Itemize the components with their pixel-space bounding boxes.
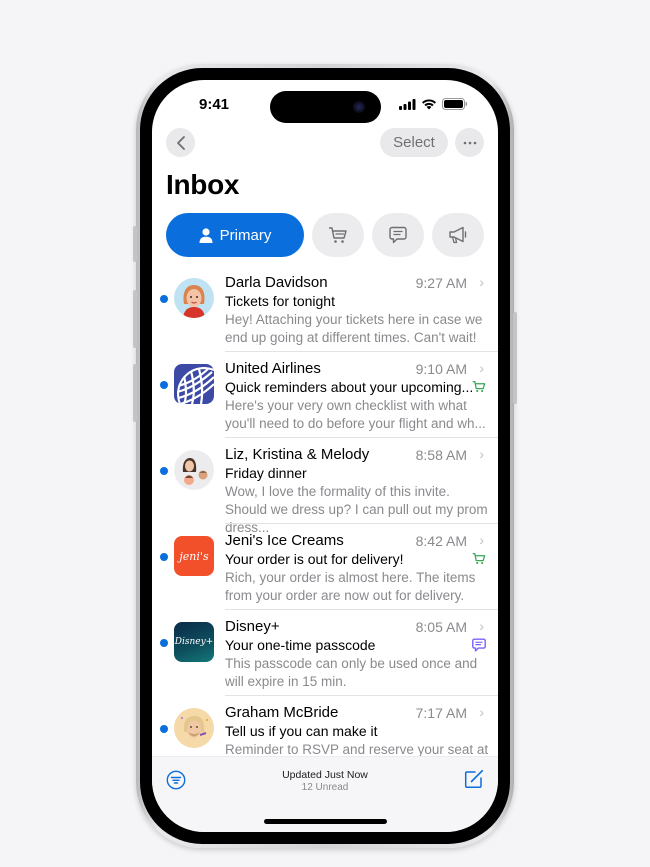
mail-subject: Your order is out for delivery! (225, 551, 404, 567)
compose-icon (464, 769, 484, 789)
chevron-left-icon (176, 135, 185, 150)
avatar (174, 708, 214, 748)
transactions-category-icon (472, 552, 486, 570)
mail-sender: Darla Davidson (225, 274, 328, 291)
mail-subject: Friday dinner (225, 465, 307, 481)
cart-icon (472, 380, 486, 393)
mail-sender: Liz, Kristina & Melody (225, 446, 370, 463)
mail-sender: United Airlines (225, 360, 321, 377)
avatar: Disney+ (174, 622, 214, 662)
volume-up-button (133, 290, 137, 348)
status-time: 9:41 (199, 96, 230, 113)
wifi-icon (422, 99, 436, 110)
mail-preview: Here's your very own checklist with what… (225, 398, 486, 431)
unread-dot (160, 553, 168, 561)
more-button[interactable] (455, 128, 484, 157)
mail-time: 8:42 AM (415, 533, 467, 549)
mail-time: 8:05 AM (415, 619, 467, 635)
avatar (174, 450, 214, 490)
select-button[interactable]: Select (380, 128, 448, 157)
action-button (133, 226, 137, 262)
mail-time: 9:10 AM (415, 361, 467, 377)
memoji-avatar-icon (183, 285, 205, 318)
chevron-right-icon: › (479, 618, 484, 634)
unread-dot (160, 639, 168, 647)
mail-subject: Your one-time passcode (225, 637, 376, 653)
power-button (513, 312, 517, 404)
battery-icon (442, 98, 467, 110)
person-icon (199, 227, 213, 243)
mail-time: 8:58 AM (415, 447, 467, 463)
tab-primary[interactable]: Primary (166, 213, 304, 257)
mail-item[interactable]: Disney+ Disney+ 8:05 AM › Your one-time … (152, 610, 498, 696)
mail-preview: This passcode can only be used once and … (225, 656, 478, 689)
memoji-avatar-icon (181, 716, 208, 738)
cellular-signal-icon (399, 98, 416, 110)
chevron-right-icon: › (479, 274, 484, 290)
avatar (174, 278, 214, 318)
jenis-logo: jeni's (179, 549, 209, 563)
chevron-right-icon: › (479, 704, 484, 720)
mail-item[interactable]: United Airlines 9:10 AM › Quick reminder… (152, 352, 498, 438)
megaphone-icon (449, 226, 467, 244)
unread-count: 12 Unread (301, 782, 349, 793)
mail-subject: Tell us if you can make it (225, 723, 378, 739)
mail-preview: Rich, your order is almost here. The ite… (225, 570, 476, 603)
mail-time: 7:17 AM (415, 705, 467, 721)
chevron-right-icon: › (479, 446, 484, 462)
ellipsis-icon (463, 141, 476, 144)
mail-sender: Graham McBride (225, 704, 339, 721)
chevron-right-icon: › (479, 532, 484, 548)
volume-down-button (133, 364, 137, 422)
cart-icon (329, 227, 347, 243)
unread-dot (160, 381, 168, 389)
cart-icon (472, 552, 486, 565)
compose-button[interactable] (464, 769, 484, 794)
camera-icon (353, 101, 365, 113)
mail-time: 9:27 AM (415, 275, 467, 291)
mail-subject: Quick reminders about your upcoming... (225, 379, 474, 395)
mail-item[interactable]: jeni's Jeni's Ice Creams 8:42 AM › Your … (152, 524, 498, 610)
message-icon (472, 638, 486, 652)
unread-dot (160, 725, 168, 733)
mail-list: Darla Davidson 9:27 AM › Tickets for ton… (152, 266, 498, 782)
back-button[interactable] (166, 128, 195, 157)
mail-item[interactable]: Darla Davidson 9:27 AM › Tickets for ton… (152, 266, 498, 352)
disney-plus-logo: Disney+ (174, 637, 214, 647)
page-title: Inbox (166, 169, 240, 200)
update-status: Updated Just Now (282, 769, 368, 781)
mail-item[interactable]: Liz, Kristina & Melody 8:58 AM › Friday … (152, 438, 498, 535)
mail-preview: Hey! Attaching your tickets here in case… (225, 312, 483, 345)
unread-dot (160, 295, 168, 303)
tab-promotions[interactable] (432, 213, 484, 257)
mail-subject: Tickets for tonight (225, 293, 335, 309)
mail-screen: 9:41 Select Inbox Primary Darla Davidson… (152, 80, 498, 832)
avatar: jeni's (174, 536, 214, 576)
message-icon (389, 226, 407, 244)
category-tabs: Primary (166, 213, 484, 257)
tab-transactions[interactable] (312, 213, 364, 257)
chevron-right-icon: › (479, 360, 484, 376)
tab-updates[interactable] (372, 213, 424, 257)
home-indicator[interactable] (264, 819, 387, 824)
group-avatar-icon (182, 458, 208, 485)
mail-sender: Jeni's Ice Creams (225, 532, 344, 549)
tab-primary-label: Primary (219, 226, 272, 244)
united-globe-logo-icon (177, 367, 214, 404)
dynamic-island (270, 91, 381, 123)
unread-dot (160, 467, 168, 475)
transactions-category-icon (472, 380, 486, 398)
mail-sender: Disney+ (225, 618, 280, 635)
avatar (174, 364, 214, 404)
status-icons (399, 98, 468, 110)
